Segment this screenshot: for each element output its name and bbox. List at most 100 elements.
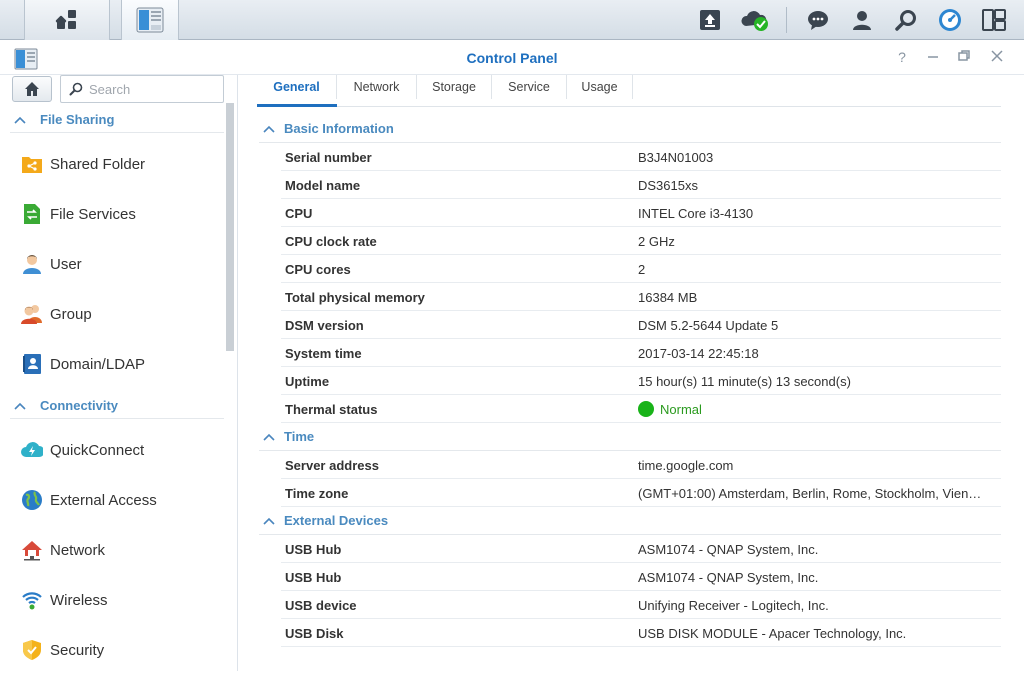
status-ok-icon [638,401,654,417]
sidebar-item-label: File Services [50,205,136,223]
search-icon [69,82,83,96]
shield-icon [20,638,44,662]
window-title: Control Panel [466,50,558,66]
tab-storage[interactable]: Storage [417,75,492,99]
info-key: Serial number [285,150,372,165]
sidebar-item-group[interactable]: Group [0,289,226,339]
info-row: Thermal status Normal [281,395,1001,423]
tab-service[interactable]: Service [492,75,567,99]
wireless-icon [20,588,44,612]
info-row: Uptime 15 hour(s) 11 minute(s) 13 second(… [281,367,1001,395]
info-row: CPU cores 2 [281,255,1001,283]
info-key: Model name [285,178,361,193]
help-icon[interactable]: ? [894,49,910,65]
info-key: USB Disk [285,626,344,641]
restore-icon[interactable] [956,49,972,65]
info-row: System time 2017-03-14 22:45:18 [281,339,1001,367]
info-row: Serial number B3J4N01003 [281,143,1001,171]
window-header: Control Panel ? [0,40,1024,75]
sidebar-item-file-services[interactable]: File Services [0,189,226,239]
file-services-icon [20,202,44,226]
search-box[interactable] [60,75,224,103]
info-key: Server address [285,458,379,473]
sidebar-item-label: Wireless [50,591,108,609]
taskbar-control-panel-button[interactable] [121,0,179,40]
group-icon [20,302,44,326]
sidebar-item-label: Network [50,541,106,559]
main-menu-icon [55,10,76,29]
tab-bar: General Network Storage Service Usage [257,75,1001,107]
widgets-icon[interactable] [982,8,1006,32]
sidebar-item-user[interactable]: User [0,239,226,289]
section-title: Time [284,429,315,444]
close-icon[interactable] [989,49,1005,65]
section-title: Basic Information [284,121,394,136]
sidebar-item-domain-ldap[interactable]: Domain/LDAP [0,339,226,389]
main-menu-button[interactable] [24,0,110,40]
info-row: Total physical memory 16384 MB [281,283,1001,311]
info-key: USB Hub [285,570,342,585]
sidebar-item-label: User [50,255,82,273]
info-key: USB device [285,598,357,613]
info-value: B3J4N01003 [638,150,714,165]
category-label: File Sharing [40,112,115,127]
section-time[interactable]: Time [259,423,1001,451]
info-value: 2 [638,262,646,277]
category-file-sharing[interactable]: File Sharing [10,107,224,133]
tab-general[interactable]: General [257,75,337,99]
info-row: Model name DS3615xs [281,171,1001,199]
info-row: Server address time.google.com [281,451,1001,479]
external-access-icon [20,488,44,512]
search-input[interactable] [89,81,209,97]
info-row: CPU INTEL Core i3-4130 [281,199,1001,227]
shared-folder-icon [20,152,44,176]
sidebar-item-external-access[interactable]: External Access [0,475,226,525]
info-key: System time [285,346,362,361]
info-value: Unifying Receiver - Logitech, Inc. [638,598,829,613]
sidebar-item-network[interactable]: Network [0,525,226,575]
section-basic-information[interactable]: Basic Information [259,115,1001,143]
info-value: USB DISK MODULE - Apacer Technology, Inc… [638,626,907,641]
network-icon [20,538,44,562]
info-key: CPU [285,206,313,221]
section-external-devices[interactable]: External Devices [259,507,1001,535]
info-row: USB Hub ASM1074 - QNAP System, Inc. [281,563,1001,591]
info-key: Thermal status [285,402,378,417]
chevron-up-icon [259,430,279,444]
sidebar-item-label: Shared Folder [50,155,146,173]
tab-usage[interactable]: Usage [567,75,633,99]
info-value: DS3615xs [638,178,698,193]
home-button[interactable] [12,76,52,102]
sidebar-item-label: Group [50,305,92,323]
user-account-icon[interactable] [850,8,874,32]
sidebar-item-security[interactable]: Security [0,625,226,675]
info-value: (GMT+01:00) Amsterdam, Berlin, Rome, Sto… [638,486,982,501]
sidebar-item-label: QuickConnect [50,441,145,459]
sidebar-item-label: External Access [50,491,157,509]
category-label: Connectivity [40,398,119,413]
tab-network[interactable]: Network [337,75,417,99]
minimize-icon[interactable] [925,49,941,65]
sidebar-item-quickconnect[interactable]: QuickConnect [0,425,226,475]
cloud-sync-icon[interactable] [740,8,770,32]
info-row: USB Disk USB DISK MODULE - Apacer Technol… [281,619,1001,647]
resource-monitor-icon[interactable] [938,8,962,32]
info-key: Uptime [285,374,330,389]
category-connectivity[interactable]: Connectivity [10,393,224,419]
sidebar-item-wireless[interactable]: Wireless [0,575,226,625]
taskbar [0,0,1024,40]
info-value: DSM 5.2-5644 Update 5 [638,318,779,333]
chevron-up-icon [259,122,279,136]
info-row: USB Hub ASM1074 - QNAP System, Inc. [281,535,1001,563]
info-row: DSM version DSM 5.2-5644 Update 5 [281,311,1001,339]
info-key: USB Hub [285,542,342,557]
sidebar-item-shared-folder[interactable]: Shared Folder [0,139,226,189]
sidebar-scrollbar[interactable] [226,103,234,351]
search-icon[interactable] [894,8,918,32]
upload-icon[interactable] [698,8,722,32]
info-value: time.google.com [638,458,734,473]
sidebar-item-label: Domain/LDAP [50,355,146,373]
notifications-icon[interactable] [806,8,830,32]
chevron-up-icon [10,399,30,413]
status-value: Normal [660,402,702,417]
